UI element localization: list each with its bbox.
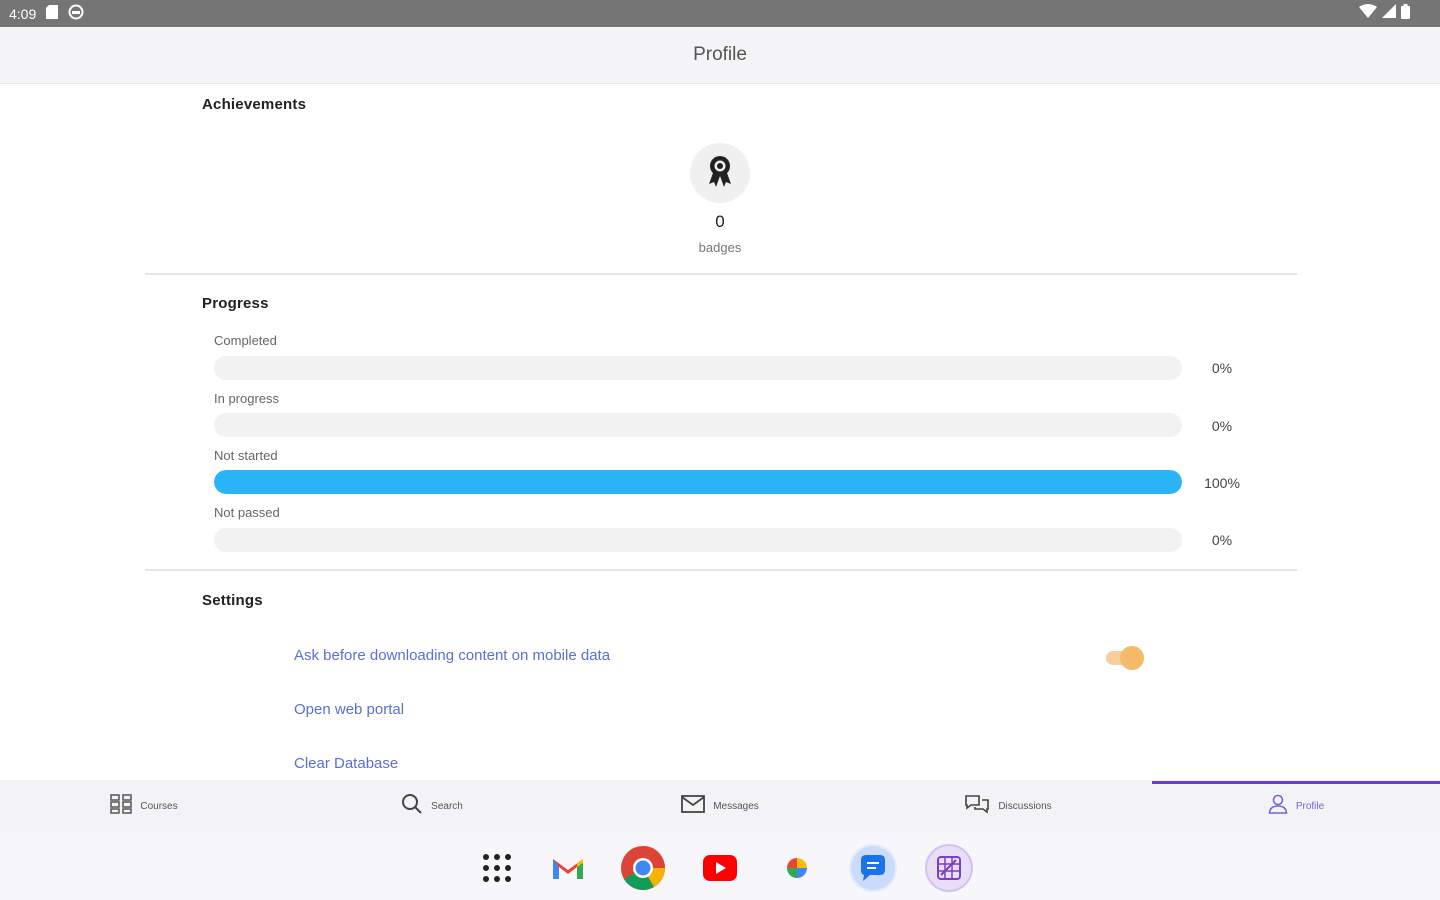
badge-label: badges — [698, 240, 742, 255]
nav-label: Discussions — [998, 800, 1052, 812]
progress-percent-not-passed: 0% — [1211, 532, 1233, 548]
bottom-navigation: Courses Search Messages Discussions Prof… — [0, 780, 1440, 832]
progress-percent-in-progress: 0% — [1211, 418, 1233, 434]
progress-label-in-progress: In progress — [214, 391, 280, 406]
progress-label-not-started: Not started — [214, 448, 278, 463]
battery-icon — [1401, 3, 1410, 24]
search-icon — [401, 793, 423, 820]
divider — [145, 273, 1297, 275]
wifi-icon — [1359, 4, 1377, 23]
divider — [145, 569, 1297, 571]
chrome-icon[interactable] — [619, 844, 667, 892]
progress-bar-not-passed — [214, 528, 1182, 552]
photos-icon[interactable] — [773, 844, 821, 892]
open-web-portal-link[interactable]: Open web portal — [294, 701, 404, 718]
settings-title: Settings — [202, 592, 263, 609]
progress-fill-not-started — [214, 470, 1182, 494]
nav-search[interactable]: Search — [288, 780, 576, 832]
nav-label: Courses — [140, 800, 178, 812]
nav-label: Messages — [713, 800, 759, 812]
messages-icon[interactable] — [849, 844, 897, 892]
nav-messages[interactable]: Messages — [576, 780, 864, 832]
nav-discussions[interactable]: Discussions — [864, 780, 1152, 832]
gmail-icon[interactable] — [544, 844, 592, 892]
status-time: 4:09 — [9, 5, 37, 22]
award-ribbon-icon — [705, 154, 735, 193]
mobile-data-setting-link[interactable]: Ask before downloading content on mobile… — [294, 647, 610, 664]
chat-bubbles-icon — [964, 794, 990, 819]
toggle-thumb — [1120, 646, 1144, 670]
mobile-data-toggle[interactable] — [1106, 645, 1144, 671]
badge-circle — [690, 143, 750, 203]
progress-title: Progress — [202, 295, 269, 312]
app-drawer-icon[interactable] — [473, 844, 521, 892]
progress-bar-in-progress — [214, 413, 1182, 437]
nav-profile[interactable]: Profile — [1152, 780, 1440, 832]
progress-bar-not-started — [214, 470, 1182, 494]
nav-label: Search — [431, 800, 463, 812]
signal-icon — [1382, 4, 1396, 23]
mail-icon — [681, 794, 706, 819]
progress-percent-not-started: 100% — [1204, 475, 1240, 491]
sync-icon — [68, 4, 84, 23]
clear-database-link[interactable]: Clear Database — [294, 755, 398, 772]
achievements-title: Achievements — [202, 96, 307, 113]
launcher-dock — [0, 832, 1440, 900]
app-bar: Profile — [0, 27, 1440, 84]
active-tab-indicator — [1152, 781, 1440, 784]
person-icon — [1268, 794, 1288, 819]
progress-bar-completed — [214, 356, 1182, 380]
status-bar: 4:09 — [0, 0, 1440, 27]
progress-label-not-passed: Not passed — [214, 505, 280, 520]
profile-content[interactable]: Achievements 0 badges Progress Completed… — [0, 84, 1440, 780]
page-title: Profile — [693, 44, 747, 65]
sd-card-icon — [46, 5, 59, 22]
grid-icon — [110, 793, 133, 819]
nav-label: Profile — [1295, 800, 1325, 812]
youtube-icon[interactable] — [696, 844, 744, 892]
badge-count: 0 — [715, 212, 725, 231]
nav-courses[interactable]: Courses — [0, 780, 288, 832]
progress-label-completed: Completed — [214, 333, 277, 348]
calendar-app-icon[interactable] — [925, 844, 973, 892]
progress-percent-completed: 0% — [1211, 360, 1233, 376]
